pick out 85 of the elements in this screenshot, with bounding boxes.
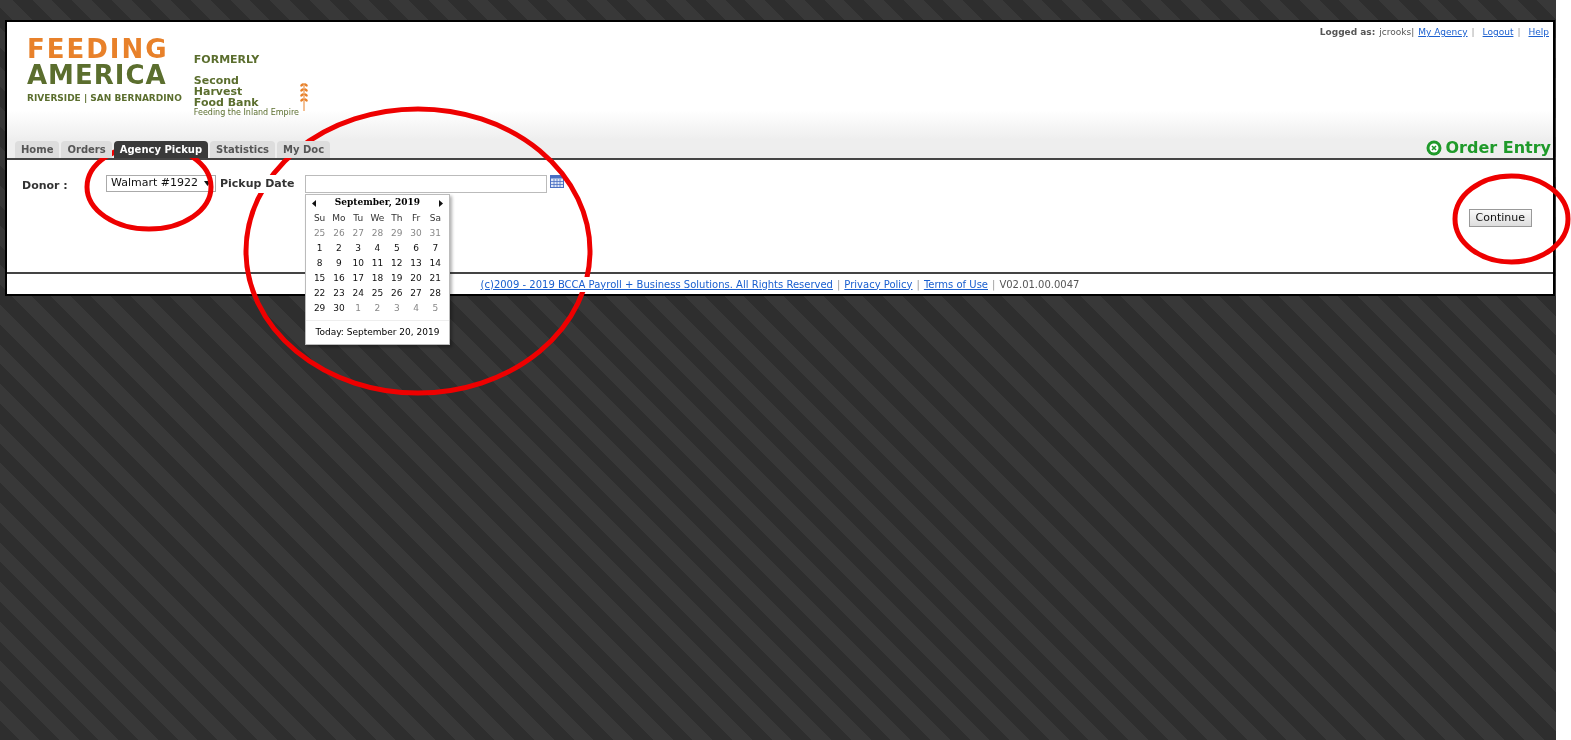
weekday-header: Fr bbox=[410, 212, 422, 225]
header-link[interactable]: My Agency bbox=[1418, 26, 1468, 40]
calendar-day[interactable]: 1 bbox=[348, 301, 368, 316]
nav-tab[interactable]: Orders bbox=[61, 141, 112, 158]
calendar-day[interactable]: 4 bbox=[367, 241, 388, 256]
calendar-day[interactable]: 22 bbox=[309, 286, 330, 301]
pickup-date-field[interactable] bbox=[304, 175, 547, 193]
formerly-label: FORMERLY bbox=[193, 52, 261, 68]
calendar-day[interactable]: 6 bbox=[406, 241, 426, 256]
separator: | bbox=[916, 277, 920, 292]
calendar-day[interactable]: 23 bbox=[329, 286, 349, 301]
calendar-day[interactable]: 29 bbox=[387, 226, 407, 241]
header-link[interactable]: Logout bbox=[1482, 26, 1514, 40]
calendar-day[interactable]: 15 bbox=[309, 271, 330, 286]
calendar-day[interactable]: 19 bbox=[387, 271, 407, 286]
calendar-day[interactable]: 13 bbox=[406, 256, 426, 271]
calendar-day[interactable]: 2 bbox=[367, 301, 388, 316]
wheat-icon bbox=[298, 80, 309, 112]
copyright-link[interactable]: (c)2009 - 2019 BCCA Payroll + Business Solutions. All Rights Reserved bbox=[480, 276, 833, 292]
separator: | bbox=[836, 277, 841, 292]
close-circle-icon bbox=[1426, 140, 1443, 156]
calendar-day[interactable]: 9 bbox=[329, 256, 349, 271]
calendar-day[interactable]: 1 bbox=[309, 241, 330, 256]
calendar-day[interactable]: 27 bbox=[348, 226, 368, 241]
calendar-day[interactable]: 26 bbox=[387, 286, 407, 301]
header-link[interactable]: Help bbox=[1528, 26, 1549, 40]
calendar-month: September, 2019 bbox=[334, 196, 421, 210]
calendar-day[interactable]: 16 bbox=[329, 271, 349, 286]
username: jcrooks| bbox=[1379, 26, 1415, 39]
donor-select[interactable]: Walmart #1922 bbox=[106, 175, 216, 192]
nav-tab[interactable]: My Doc bbox=[277, 141, 331, 158]
calendar-day[interactable]: 29 bbox=[309, 301, 330, 316]
calendar-day[interactable]: 10 bbox=[348, 256, 368, 271]
calendar-day[interactable]: 5 bbox=[425, 301, 445, 316]
weekday-header: We bbox=[369, 212, 386, 225]
calendar-day[interactable]: 30 bbox=[329, 301, 349, 316]
calendar-day[interactable]: 25 bbox=[309, 226, 330, 241]
nav-tab[interactable]: Agency Pickup bbox=[113, 141, 209, 158]
weekday-header: Su bbox=[312, 212, 327, 225]
feeding-america-logo: FEEDING AMERICA RIVERSIDE | SAN BERNARDINO bbox=[27, 36, 182, 105]
calendar-day[interactable]: 20 bbox=[406, 271, 426, 286]
calendar-day[interactable]: 12 bbox=[387, 256, 407, 271]
page-title: Order Entry bbox=[1445, 139, 1551, 157]
calendar-day[interactable]: 30 bbox=[406, 226, 426, 241]
calendar-day[interactable]: 2 bbox=[329, 241, 349, 256]
calendar-day[interactable]: 11 bbox=[367, 256, 388, 271]
calendar-day[interactable]: 14 bbox=[425, 256, 445, 271]
today-label[interactable]: Today: September 20, 2019 bbox=[315, 327, 440, 337]
calendar-day[interactable]: 17 bbox=[348, 271, 368, 286]
separator: | bbox=[1471, 26, 1475, 39]
version-text: V02.01.00.0047 bbox=[999, 277, 1080, 292]
calendar-day[interactable]: 28 bbox=[367, 226, 388, 241]
calendar-day[interactable]: 28 bbox=[425, 286, 445, 301]
footer-link[interactable]: Privacy Policy bbox=[844, 276, 913, 292]
separator: | bbox=[1517, 26, 1521, 39]
nav-tab[interactable]: Statistics bbox=[210, 141, 276, 158]
calendar-day[interactable]: 21 bbox=[425, 271, 445, 286]
calendar-day[interactable]: 7 bbox=[425, 241, 445, 256]
second-harvest-logo: Second Harvest Food Bank Feeding the Inland Empire bbox=[193, 74, 299, 118]
separator: | bbox=[992, 277, 996, 292]
weekday-header: Sa bbox=[428, 212, 442, 225]
calendar-day[interactable]: 5 bbox=[387, 241, 407, 256]
calendar-day[interactable]: 8 bbox=[309, 256, 330, 271]
calendar-day[interactable]: 27 bbox=[406, 286, 426, 301]
logged-as-label: Logged as: bbox=[1319, 26, 1376, 39]
footer-link[interactable]: Terms of Use bbox=[923, 276, 988, 292]
calendar-day[interactable]: 4 bbox=[406, 301, 426, 316]
calendar-day[interactable]: 25 bbox=[367, 286, 388, 301]
calendar-day[interactable]: 24 bbox=[348, 286, 368, 301]
nav-tab[interactable]: Home bbox=[15, 141, 60, 158]
calendar-day[interactable]: 3 bbox=[348, 241, 368, 256]
pickup-date-label: Pickup Date bbox=[219, 175, 295, 193]
donor-label: Donor : bbox=[22, 178, 69, 194]
calendar-day[interactable]: 26 bbox=[329, 226, 349, 241]
calendar-day[interactable]: 31 bbox=[425, 226, 445, 241]
calendar-icon[interactable] bbox=[549, 175, 564, 188]
continue-button[interactable]: Continue bbox=[1468, 209, 1532, 227]
previous-month-arrow[interactable] bbox=[311, 199, 316, 207]
weekday-header: Th bbox=[390, 212, 404, 225]
calendar-day[interactable]: 3 bbox=[387, 301, 407, 316]
weekday-header: Mo bbox=[331, 212, 347, 225]
dropdown-caret-icon bbox=[203, 181, 211, 186]
calendar-day[interactable]: 18 bbox=[367, 271, 388, 286]
next-month-arrow[interactable] bbox=[438, 199, 443, 207]
weekday-header: Tu bbox=[352, 212, 365, 225]
